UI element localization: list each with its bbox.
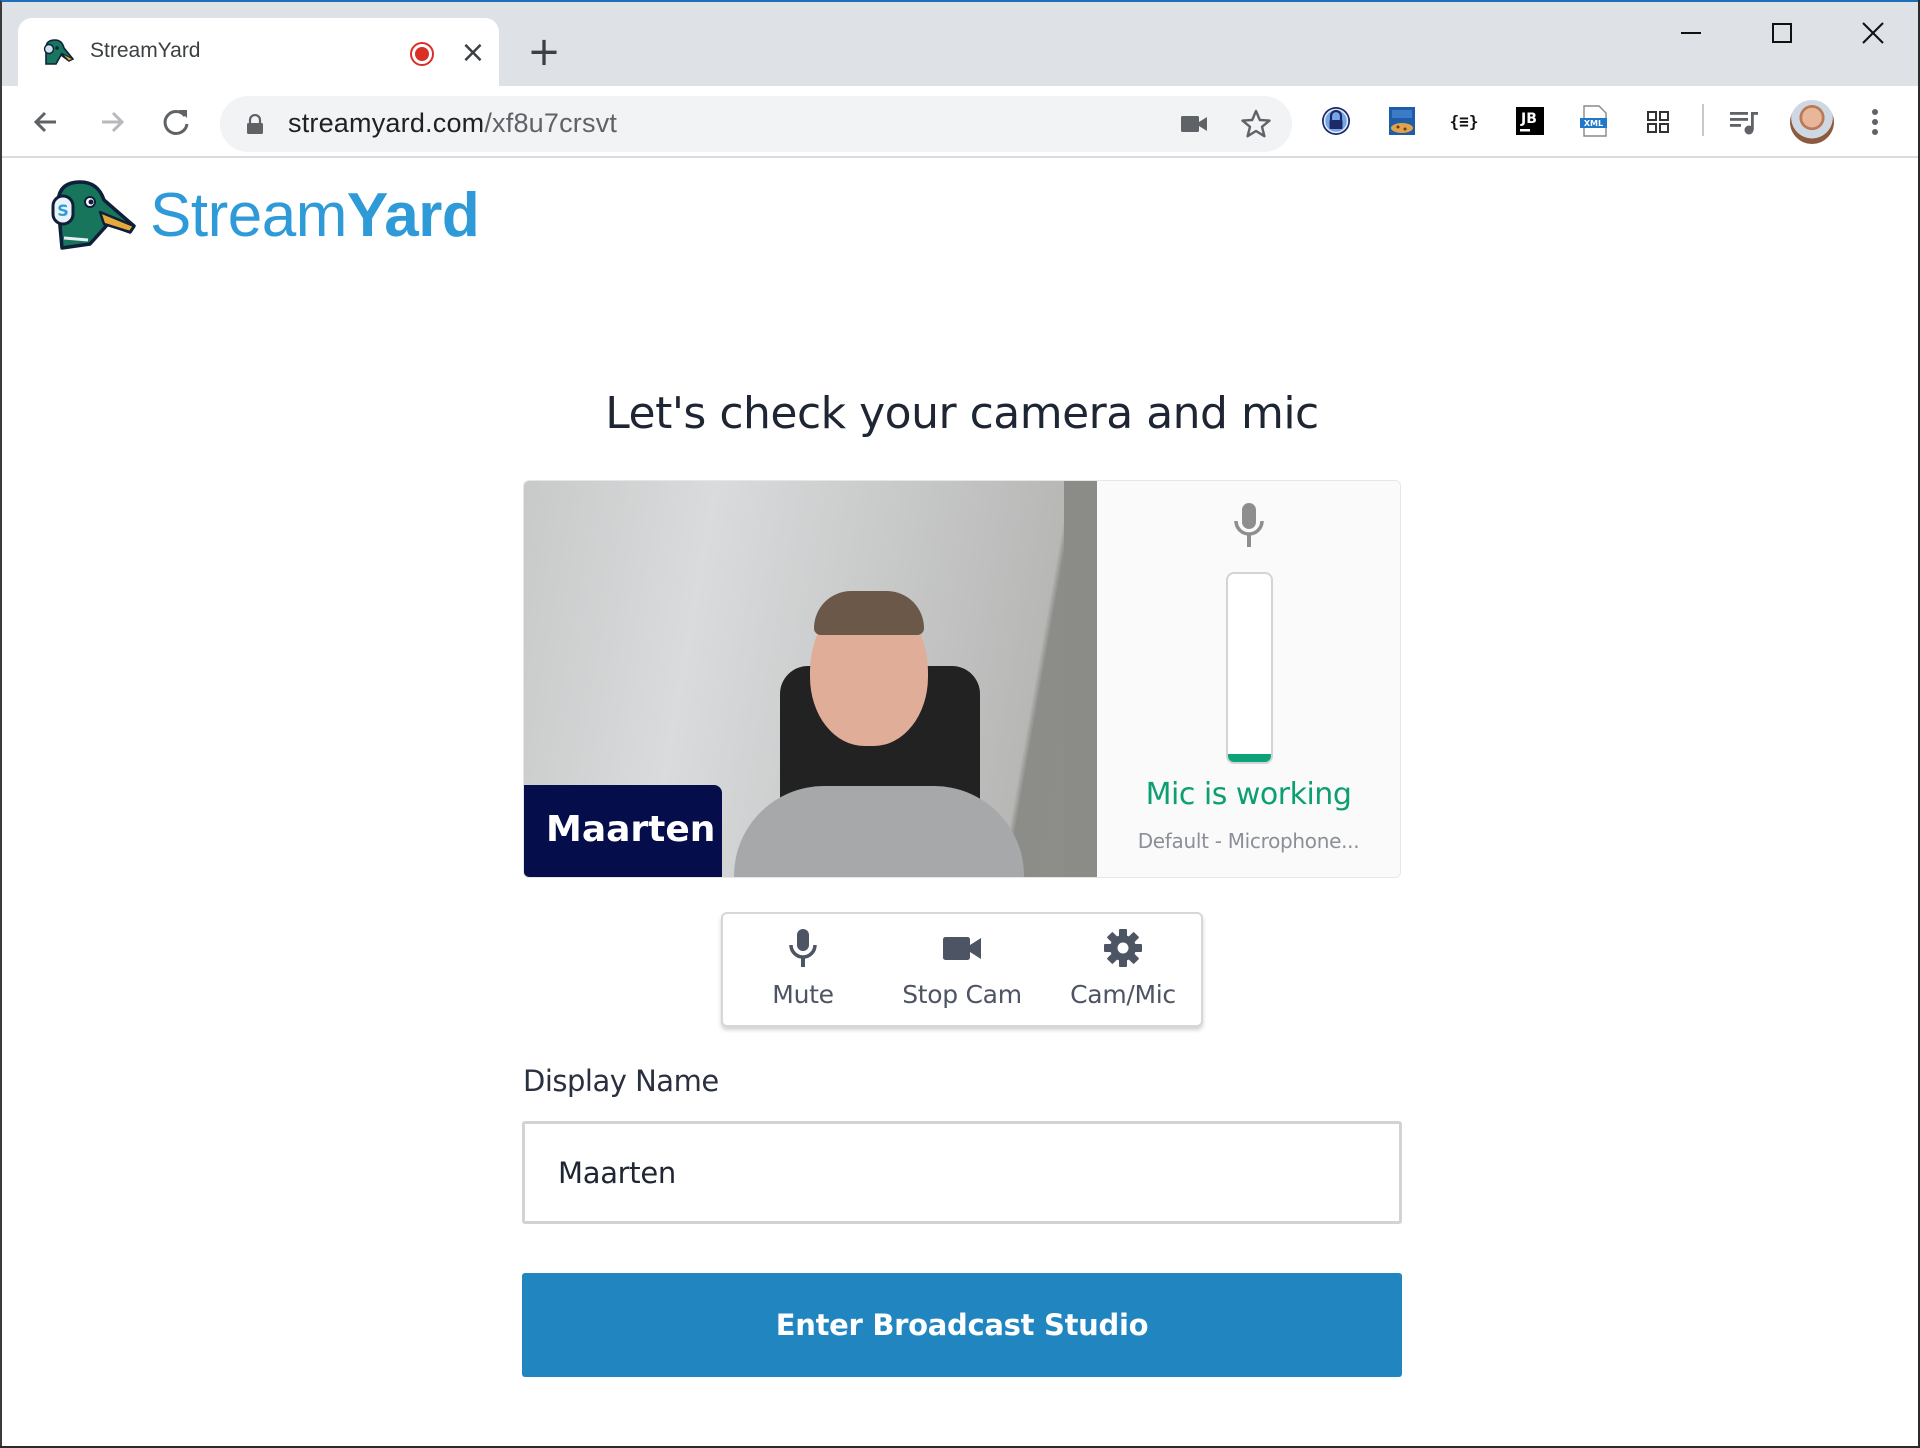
svg-text:XML: XML [1584,119,1603,128]
svg-text:S: S [57,201,69,220]
mute-label: Mute [772,980,834,1009]
browser-toolbar: streamyard.com/xf8u7crsvt {≡} JB XML [2,86,1918,158]
window-close-icon[interactable] [1844,14,1904,54]
mic-device-name: Default - Microphone... [1137,829,1360,853]
mic-status: Mic is working [1145,777,1352,812]
browser-menu-icon[interactable] [1860,106,1890,140]
password-lock-extension-icon[interactable] [1320,104,1352,138]
video-wall-edge [1064,481,1097,877]
url-host: streamyard.com [288,108,485,138]
url-path: /xf8u7crsvt [484,108,618,138]
maximize-icon[interactable] [1752,14,1812,54]
streamyard-favicon-icon [43,39,74,65]
streamyard-logo[interactable]: S StreamYard [50,178,480,254]
json-formatter-extension-icon[interactable]: {≡} [1448,104,1480,138]
logo-wordmark: StreamYard [150,180,480,251]
camera-preview: Maarten [524,481,1097,877]
tab-streamyard[interactable]: StreamYard × [18,18,499,88]
url-text[interactable]: streamyard.com/xf8u7crsvt [288,108,617,139]
video-camera-icon [943,937,981,960]
apps-grid-extension-icon[interactable] [1642,104,1674,138]
cam-mic-label: Cam/Mic [1070,980,1176,1009]
logo-text-light: Stream [150,181,347,250]
stop-cam-button[interactable]: Stop Cam [882,914,1042,1025]
mic-check-panel: Mic is working Default - Microphone... [1097,481,1400,877]
microphone-icon [1234,503,1264,547]
page-content: S StreamYard Let's check your camera and… [2,160,1918,1446]
page-title: Let's check your camera and mic [605,388,1319,439]
browser-window: StreamYard × + streamyard.com/xf8u7crsvt… [0,0,1918,1446]
minimize-icon[interactable] [1662,14,1722,54]
video-person-body [734,786,1024,877]
mic-level-fill [1228,754,1271,762]
reload-icon[interactable] [156,102,196,142]
cam-mic-settings-button[interactable]: Cam/Mic [1043,914,1203,1025]
display-name-input[interactable] [522,1121,1402,1224]
svg-text:JB: JB [1520,111,1537,127]
logo-text-bold: Yard [346,181,480,250]
camera-in-use-icon[interactable] [1180,112,1208,136]
tab-close-icon[interactable]: × [458,38,488,68]
video-person-hair [814,591,924,635]
stop-cam-label: Stop Cam [902,980,1022,1009]
media-controls: Mute Stop Cam Cam/Mic [721,912,1203,1027]
microphone-icon [789,929,817,967]
recording-dot-icon [410,42,434,66]
new-tab-button[interactable]: + [524,32,564,72]
back-arrow-icon[interactable] [26,102,66,142]
xml-viewer-extension-icon[interactable]: XML [1578,104,1610,138]
jetbrains-extension-icon[interactable]: JB [1514,104,1546,138]
enter-broadcast-studio-button[interactable]: Enter Broadcast Studio [522,1273,1402,1377]
profile-avatar[interactable] [1790,100,1834,144]
display-name-label: Display Name [523,1064,719,1098]
address-bar[interactable]: streamyard.com/xf8u7crsvt [220,96,1292,152]
lock-icon [247,114,263,134]
duck-mascot-icon: S [51,180,136,250]
preview-card: Maarten Mic is working Default - Microph… [523,480,1401,878]
gear-icon [1104,929,1142,967]
forward-arrow-icon[interactable] [92,102,132,142]
mic-level-meter [1226,572,1273,764]
mute-button[interactable]: Mute [723,914,883,1025]
tab-title: StreamYard [90,39,201,62]
svg-text:{≡}: {≡} [1450,112,1479,131]
name-tag: Maarten [524,785,722,877]
tab-strip: StreamYard × + [2,2,1918,88]
media-queue-icon[interactable] [1728,104,1760,138]
cookie-inspector-extension-icon[interactable] [1386,104,1418,138]
bookmark-star-icon[interactable] [1240,108,1272,140]
toolbar-separator [1702,104,1704,136]
